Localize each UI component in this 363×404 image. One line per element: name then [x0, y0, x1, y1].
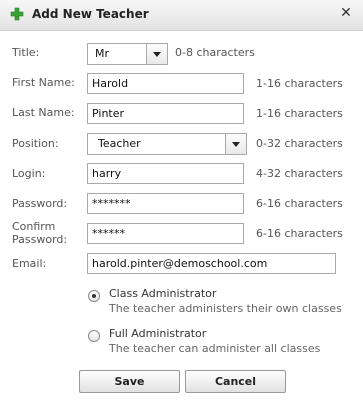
last-name-hint: 1-16 characters	[256, 107, 343, 120]
radio-selected-dot	[92, 294, 96, 298]
position-select-value: Teacher	[98, 137, 141, 150]
title-hint: 0-8 characters	[175, 46, 255, 59]
email-label: Email:	[12, 257, 47, 270]
confirm-password-label-line1: Confirm	[12, 220, 56, 233]
position-select[interactable]: Teacher	[87, 133, 247, 155]
title-label: Title:	[12, 46, 40, 59]
confirm-password-hint: 6-16 characters	[256, 227, 343, 240]
chevron-down-icon	[153, 52, 161, 57]
login-field[interactable]	[87, 163, 244, 184]
password-hint: 6-16 characters	[256, 197, 343, 210]
title-select-value: Mr	[95, 47, 110, 60]
close-icon: ✕	[340, 5, 352, 21]
dialog-title: Add New Teacher	[32, 7, 149, 21]
close-button[interactable]: ✕	[339, 6, 353, 20]
confirm-password-label-line2: Password:	[12, 233, 68, 246]
plus-icon	[10, 7, 24, 21]
last-name-label: Last Name:	[12, 106, 75, 119]
title-select[interactable]: Mr	[87, 43, 168, 65]
password-label: Password:	[12, 197, 68, 210]
title-select-dropdown[interactable]	[146, 44, 167, 64]
class-administrator-title: Class Administrator	[109, 287, 217, 300]
full-administrator-title: Full Administrator	[109, 327, 207, 340]
position-select-dropdown[interactable]	[225, 134, 246, 154]
cancel-button[interactable]: Cancel	[185, 370, 286, 393]
add-teacher-dialog: Add New Teacher ✕ Title: Mr 0-8 characte…	[0, 0, 363, 404]
chevron-down-icon	[232, 142, 240, 147]
last-name-field[interactable]	[87, 103, 244, 124]
full-administrator-description: The teacher can administer all classes	[109, 342, 321, 355]
login-label: Login:	[12, 167, 46, 180]
dialog-titlebar: Add New Teacher ✕	[0, 0, 363, 31]
first-name-hint: 1-16 characters	[256, 77, 343, 90]
login-hint: 4-32 characters	[256, 167, 343, 180]
first-name-field[interactable]	[87, 73, 244, 94]
confirm-password-field[interactable]	[87, 223, 244, 244]
first-name-label: First Name:	[12, 76, 75, 89]
email-field[interactable]	[87, 253, 336, 274]
password-field[interactable]	[87, 193, 244, 214]
save-button[interactable]: Save	[79, 370, 180, 393]
class-administrator-radio[interactable]	[88, 290, 100, 302]
class-administrator-description: The teacher administers their own classe…	[109, 302, 342, 315]
position-hint: 0-32 characters	[256, 137, 343, 150]
full-administrator-radio[interactable]	[88, 330, 100, 342]
position-label: Position:	[12, 137, 59, 150]
